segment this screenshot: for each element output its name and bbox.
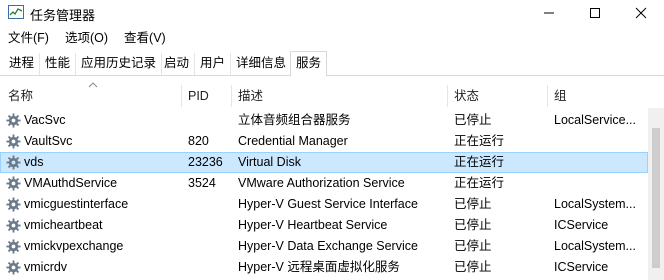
service-pid: 820 xyxy=(188,134,209,148)
service-name: vmickvpexchange xyxy=(24,239,124,253)
service-name: VacSvc xyxy=(24,113,66,127)
service-status: 正在运行 xyxy=(454,155,505,169)
service-description: Hyper-V Heartbeat Service xyxy=(238,218,388,232)
service-pid xyxy=(188,110,232,131)
tab-processes[interactable]: 进程 xyxy=(4,53,41,75)
service-group: LocalSystem... xyxy=(554,239,636,253)
service-row[interactable]: vmicguestinterface Hyper-V Guest Service… xyxy=(0,194,648,215)
service-pid xyxy=(188,194,232,215)
menu-view[interactable]: 查看(V) xyxy=(116,28,174,48)
service-pid: 23236 xyxy=(188,155,223,169)
service-row[interactable]: VacSvc 立体音频组合器服务 已停止 LocalService... xyxy=(0,110,648,131)
service-name: VaultSvc xyxy=(24,134,73,148)
gear-icon xyxy=(6,260,21,275)
tab-performance[interactable]: 性能 xyxy=(40,53,77,75)
service-status: 正在运行 xyxy=(454,134,505,148)
service-name: VMAuthdService xyxy=(24,176,118,190)
service-name: vds xyxy=(24,155,44,169)
menu-options[interactable]: 选项(O) xyxy=(57,28,116,48)
service-row[interactable]: vmickvpexchange Hyper-V Data Exchange Se… xyxy=(0,236,648,257)
service-pid xyxy=(188,257,232,278)
service-row[interactable]: VaultSvc 820 Credential Manager 正在运行 xyxy=(0,131,648,152)
minimize-button[interactable] xyxy=(526,0,572,26)
service-description: Hyper-V Guest Service Interface xyxy=(238,197,418,211)
close-icon xyxy=(635,7,647,19)
column-header-name[interactable]: 名称 xyxy=(0,85,182,107)
service-status: 已停止 xyxy=(454,218,492,232)
service-pid xyxy=(188,236,232,257)
service-pid xyxy=(188,215,232,236)
tab-startup[interactable]: 启动 xyxy=(159,53,196,75)
service-group xyxy=(554,152,644,173)
scrollbar-thumb[interactable] xyxy=(652,128,660,268)
column-header-description[interactable]: 描述 xyxy=(230,85,448,107)
gear-icon xyxy=(6,218,21,233)
service-row[interactable]: VMAuthdService 3524 VMware Authorization… xyxy=(0,173,648,194)
service-pid: 3524 xyxy=(188,176,216,190)
service-group: ICService xyxy=(554,218,609,232)
service-description: Credential Manager xyxy=(238,134,348,148)
tab-bar: 进程 性能 应用历史记录 启动 用户 详细信息 服务 xyxy=(0,51,664,77)
service-status: 已停止 xyxy=(454,197,492,211)
column-header-status[interactable]: 状态 xyxy=(446,85,548,107)
menu-file[interactable]: 文件(F) xyxy=(0,28,57,48)
gear-icon xyxy=(6,113,21,128)
tab-services[interactable]: 服务 xyxy=(290,51,328,77)
service-description: Hyper-V Data Exchange Service xyxy=(238,239,418,253)
gear-icon xyxy=(6,197,21,212)
service-group: LocalSystem... xyxy=(554,197,636,211)
service-description: 立体音频组合器服务 xyxy=(238,113,351,127)
minimize-icon xyxy=(544,12,554,14)
tab-details[interactable]: 详细信息 xyxy=(231,53,293,75)
service-name: vmicheartbeat xyxy=(24,218,103,232)
vertical-scrollbar[interactable] xyxy=(648,108,664,280)
service-description: Hyper-V 远程桌面虚拟化服务 xyxy=(238,260,400,274)
service-group xyxy=(554,131,644,152)
maximize-button[interactable] xyxy=(572,0,618,26)
gear-icon xyxy=(6,239,21,254)
maximize-icon xyxy=(590,8,600,18)
service-status: 已停止 xyxy=(454,239,492,253)
service-group: LocalService... xyxy=(554,113,636,127)
gear-icon xyxy=(6,176,21,191)
task-manager-icon xyxy=(8,5,24,19)
menu-bar: 文件(F) 选项(O) 查看(V) xyxy=(0,28,664,48)
service-row[interactable]: vmicrdv Hyper-V 远程桌面虚拟化服务 已停止 ICService xyxy=(0,257,648,278)
service-status: 正在运行 xyxy=(454,176,505,190)
gear-icon xyxy=(6,155,21,170)
service-name: vmicrdv xyxy=(24,260,68,274)
gear-icon xyxy=(6,134,21,149)
service-status: 已停止 xyxy=(454,260,492,274)
service-description: Virtual Disk xyxy=(238,155,301,169)
service-status: 已停止 xyxy=(454,113,492,127)
title-bar: 任务管理器 xyxy=(0,0,664,26)
service-name: vmicguestinterface xyxy=(24,197,129,211)
service-description: VMware Authorization Service xyxy=(238,176,405,190)
tab-users[interactable]: 用户 xyxy=(195,53,232,75)
column-header-pid[interactable]: PID xyxy=(180,85,232,107)
service-row[interactable]: vmicheartbeat Hyper-V Heartbeat Service … xyxy=(0,215,648,236)
close-button[interactable] xyxy=(618,0,664,26)
service-group xyxy=(554,173,644,194)
column-headers: 名称 PID 描述 状态 组 xyxy=(0,85,664,107)
column-header-group[interactable]: 组 xyxy=(546,85,648,107)
window-title: 任务管理器 xyxy=(30,8,96,23)
service-group: ICService xyxy=(554,260,609,274)
tab-app-history[interactable]: 应用历史记录 xyxy=(76,53,163,75)
service-row-selected[interactable]: vds 23236 Virtual Disk 正在运行 xyxy=(0,152,648,173)
